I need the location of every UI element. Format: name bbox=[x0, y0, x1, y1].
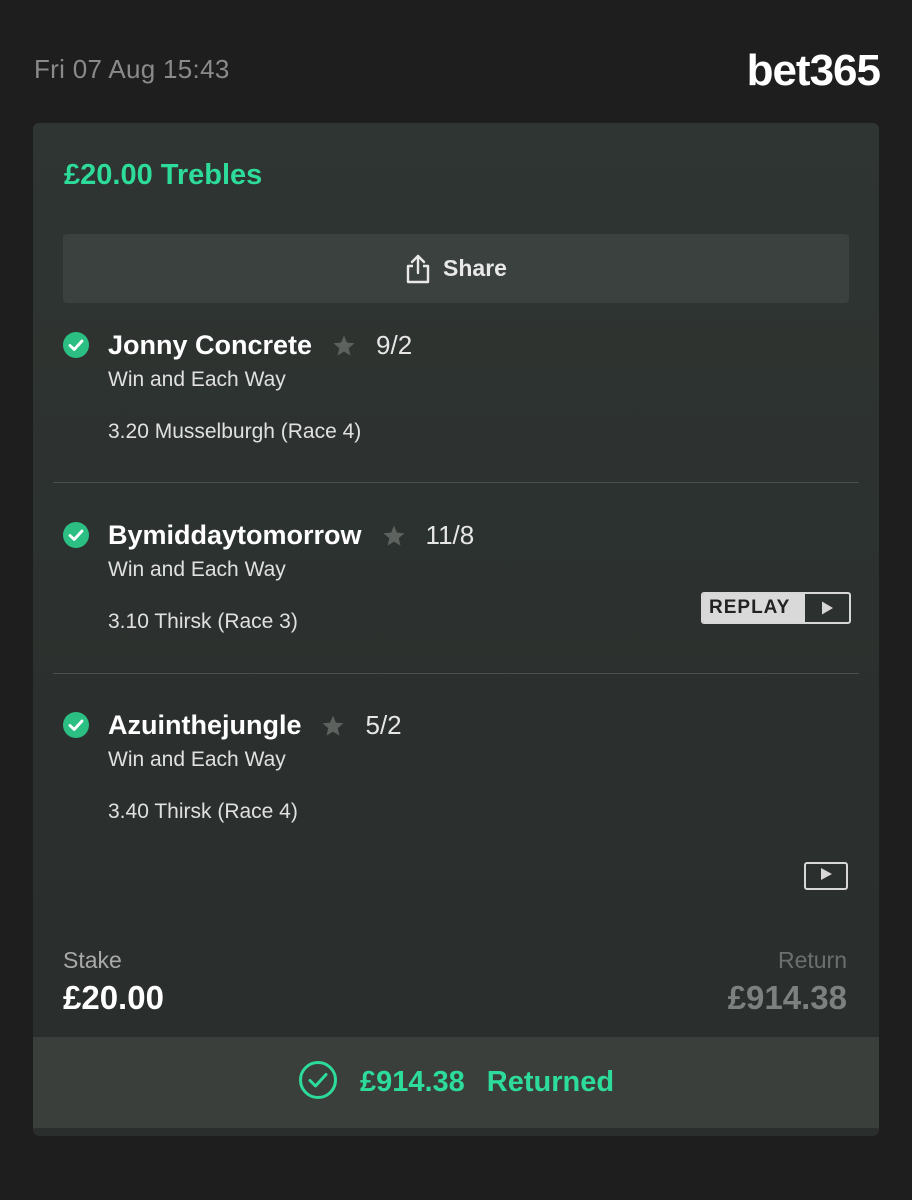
replay-button[interactable]: REPLAY bbox=[701, 592, 851, 624]
share-label: Share bbox=[443, 255, 507, 281]
check-circle-icon bbox=[63, 522, 89, 548]
stake-label: Stake bbox=[63, 947, 122, 973]
bet-card: £20.00 Trebles Share Jonny Concrete 9/2 bbox=[33, 123, 879, 1136]
divider bbox=[53, 673, 859, 674]
returned-status-bar: £914.38 Returned bbox=[33, 1037, 879, 1128]
selection-name-row: Azuinthejungle 5/2 bbox=[108, 710, 402, 741]
star-icon[interactable] bbox=[382, 524, 406, 548]
selection-odds: 11/8 bbox=[425, 520, 475, 550]
bet365-logo: bet365 bbox=[746, 46, 881, 95]
share-icon bbox=[405, 254, 431, 284]
selection-event: 3.10 Thirsk (Race 3) bbox=[108, 610, 298, 633]
selection-odds: 9/2 bbox=[376, 330, 413, 360]
play-icon bbox=[805, 594, 849, 622]
share-button[interactable]: Share bbox=[63, 234, 849, 303]
top-bar: Fri 07 Aug 15:43 bet365 bbox=[0, 0, 912, 120]
selection-market: Win and Each Way bbox=[108, 368, 286, 391]
return-label: Return bbox=[777, 947, 847, 973]
play-icon bbox=[819, 867, 833, 886]
selection-market: Win and Each Way bbox=[108, 748, 286, 771]
stake-value: £20.00 bbox=[63, 979, 164, 1016]
play-button[interactable] bbox=[804, 862, 848, 890]
returned-amount: £914.38 bbox=[359, 1066, 465, 1098]
selection-name-row: Jonny Concrete 9/2 bbox=[108, 330, 412, 361]
selection-name: Jonny Concrete bbox=[108, 330, 313, 360]
returned-text: Returned bbox=[486, 1066, 615, 1098]
replay-label: REPLAY bbox=[703, 594, 805, 622]
selection-item: Jonny Concrete 9/2 Win and Each Way 3.20… bbox=[33, 324, 879, 514]
selection-market: Win and Each Way bbox=[108, 558, 286, 581]
check-circle-icon bbox=[63, 712, 89, 738]
check-circle-icon bbox=[63, 332, 89, 358]
selection-event: 3.40 Thirsk (Race 4) bbox=[108, 800, 298, 823]
selection-odds: 5/2 bbox=[365, 710, 402, 740]
star-icon[interactable] bbox=[321, 714, 345, 738]
selection-name-row: Bymiddaytomorrow 11/8 bbox=[108, 520, 474, 551]
star-icon[interactable] bbox=[332, 334, 356, 358]
check-circle-outline-icon bbox=[298, 1060, 338, 1105]
selection-event: 3.20 Musselburgh (Race 4) bbox=[108, 420, 362, 443]
selection-item: Azuinthejungle 5/2 Win and Each Way 3.40… bbox=[33, 704, 879, 894]
selection-name: Bymiddaytomorrow bbox=[108, 520, 362, 550]
return-value: £914.38 bbox=[727, 979, 847, 1016]
divider bbox=[53, 482, 859, 483]
timestamp: Fri 07 Aug 15:43 bbox=[34, 54, 230, 84]
selection-name: Azuinthejungle bbox=[108, 710, 302, 740]
bet-title: £20.00 Trebles bbox=[64, 159, 263, 191]
selection-item: Bymiddaytomorrow 11/8 Win and Each Way 3… bbox=[33, 514, 879, 704]
